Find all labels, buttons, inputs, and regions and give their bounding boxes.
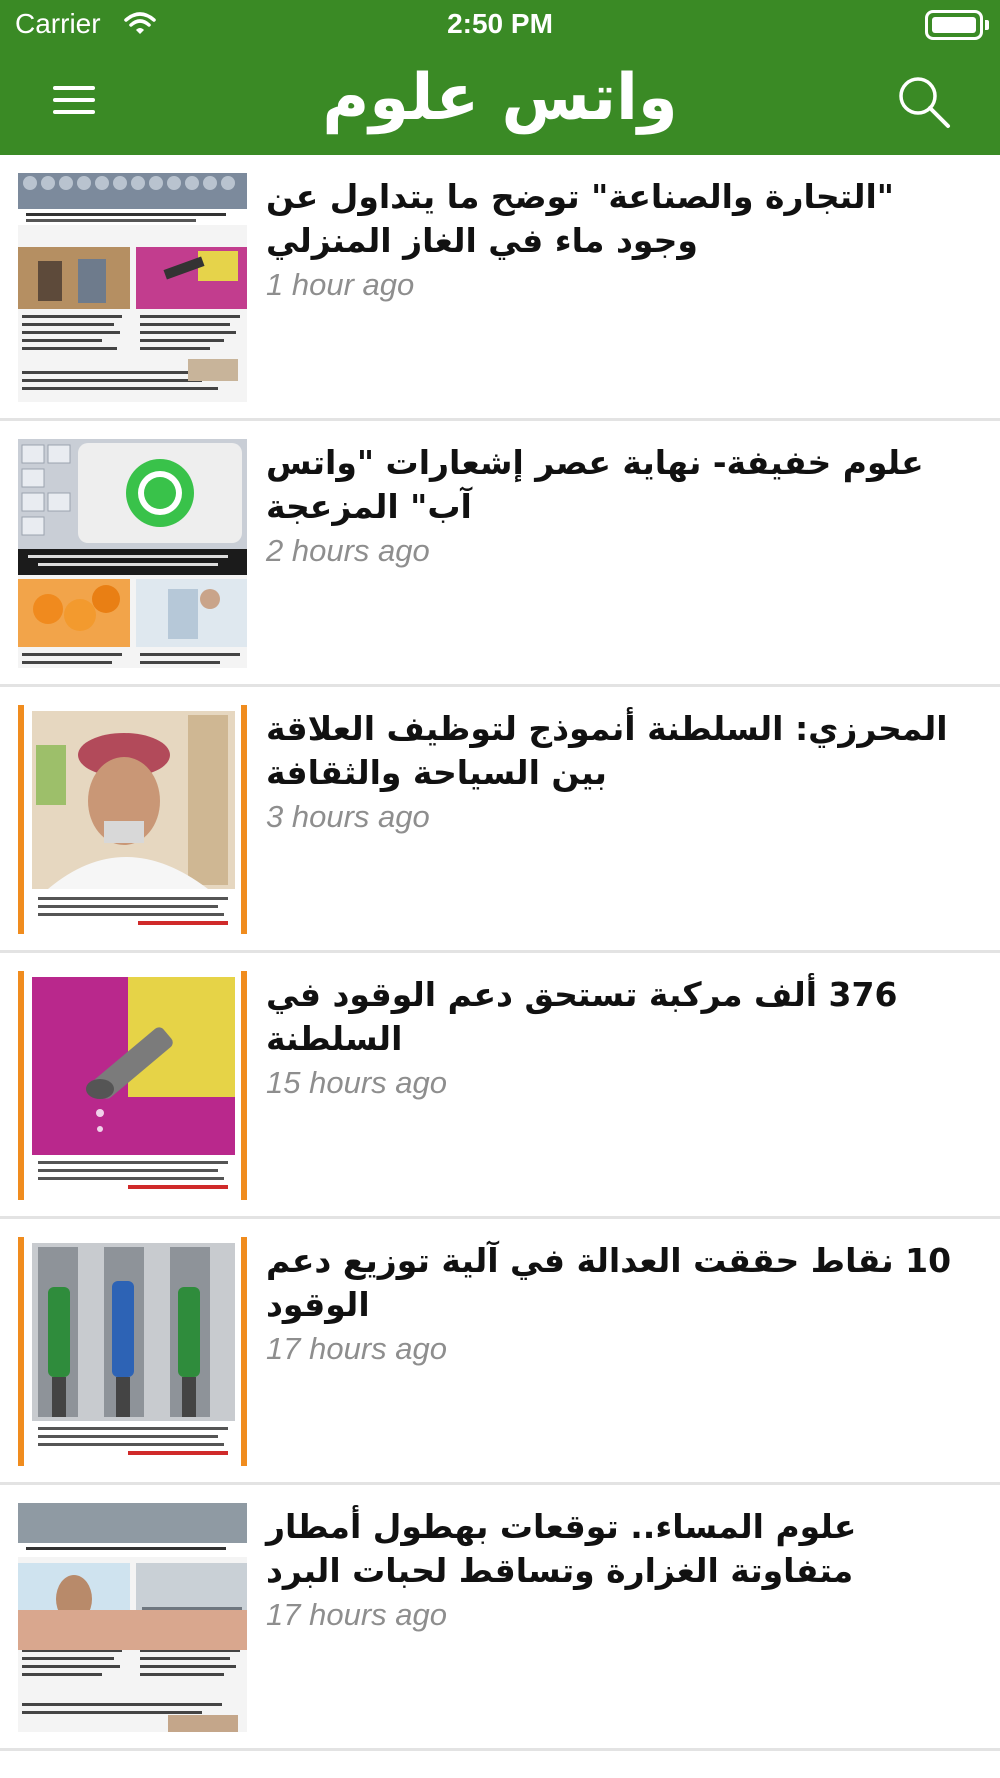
navigation-bar: واتس علوم [0, 50, 1000, 155]
news-text: 10 نقاط حققت العدالة في آلية توزيع دعم ا… [266, 1239, 976, 1369]
news-time: 2 hours ago [266, 533, 430, 568]
news-text: المحرزي: السلطنة أنموذج لتوظيف العلاقة ب… [266, 707, 976, 837]
next-item-peek [0, 1596, 1000, 1650]
news-item[interactable]: 376 ألف مركبة تستحق دعم الوقود في السلطن… [0, 953, 1000, 1219]
news-item[interactable]: "التجارة والصناعة" توضح ما يتداول عن وجو… [0, 155, 1000, 421]
news-thumbnail [18, 1610, 247, 1650]
clock: 2:50 PM [447, 8, 553, 39]
battery-icon [925, 10, 989, 40]
news-text: علوم خفيفة- نهاية عصر إشعارات "واتس آب" … [266, 441, 976, 571]
news-title: 10 نقاط حققت العدالة في آلية توزيع دعم ا… [266, 1241, 952, 1324]
news-title: علوم المساء.. توقعات بهطول أمطار متفاوتة… [266, 1507, 857, 1590]
news-thumbnail [18, 1237, 247, 1466]
news-time: 17 hours ago [266, 1331, 447, 1366]
news-time: 15 hours ago [266, 1065, 447, 1100]
status-bar: Carrier 2:50 PM [0, 0, 1000, 50]
app-title: واتس علوم [322, 61, 678, 135]
news-thumbnail [18, 971, 247, 1200]
search-icon[interactable] [892, 70, 958, 136]
app-screen: Carrier 2:50 PM واتس علوم "التجارة والصن… [0, 0, 1000, 1778]
hamburger-menu-icon[interactable] [48, 80, 100, 120]
news-time: 3 hours ago [266, 799, 430, 834]
news-text: 376 ألف مركبة تستحق دعم الوقود في السلطن… [266, 973, 976, 1103]
news-thumbnail [18, 173, 247, 402]
news-thumbnail [18, 439, 247, 668]
news-item[interactable]: المحرزي: السلطنة أنموذج لتوظيف العلاقة ب… [0, 687, 1000, 953]
news-item[interactable]: 10 نقاط حققت العدالة في آلية توزيع دعم ا… [0, 1219, 1000, 1485]
header: Carrier 2:50 PM واتس علوم [0, 0, 1000, 155]
news-time: 1 hour ago [266, 267, 415, 302]
news-title: 376 ألف مركبة تستحق دعم الوقود في السلطن… [266, 975, 898, 1058]
news-item[interactable]: علوم خفيفة- نهاية عصر إشعارات "واتس آب" … [0, 421, 1000, 687]
news-text: "التجارة والصناعة" توضح ما يتداول عن وجو… [266, 175, 976, 305]
news-list: "التجارة والصناعة" توضح ما يتداول عن وجو… [0, 155, 1000, 1751]
news-title: المحرزي: السلطنة أنموذج لتوظيف العلاقة ب… [266, 709, 948, 792]
news-title: علوم خفيفة- نهاية عصر إشعارات "واتس آب" … [266, 443, 924, 526]
news-title: "التجارة والصناعة" توضح ما يتداول عن وجو… [266, 177, 894, 260]
news-thumbnail [18, 705, 247, 934]
